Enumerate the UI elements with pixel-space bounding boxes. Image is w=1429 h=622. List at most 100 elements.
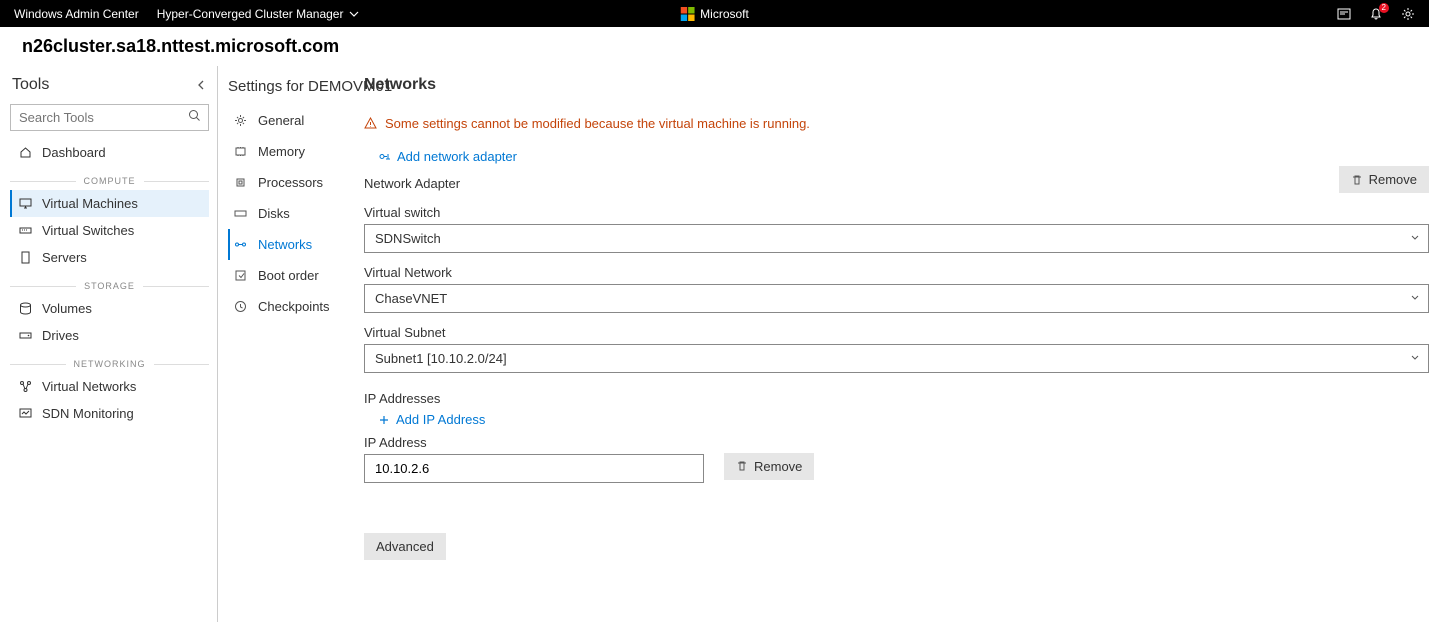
ip-address-input[interactable] (364, 454, 704, 483)
advanced-button[interactable]: Advanced (364, 533, 446, 560)
top-bar: Windows Admin Center Hyper-Converged Clu… (0, 0, 1429, 27)
notification-badge: 2 (1379, 3, 1389, 13)
collapse-tools-icon[interactable] (195, 79, 207, 91)
app-title[interactable]: Windows Admin Center (14, 7, 139, 21)
trash-icon (736, 460, 748, 472)
page-title: Networks (364, 76, 1429, 94)
advanced-label: Advanced (376, 539, 434, 554)
chevron-down-icon (1410, 233, 1420, 243)
tools-pane: Tools Dashboard COMPUTE Virtual Machines… (0, 66, 218, 622)
settings-pane: Settings for DEMOVM01 General Memory Pro… (218, 66, 348, 622)
add-ip-label: Add IP Address (396, 412, 485, 427)
chevron-down-icon (349, 9, 359, 19)
tool-virtual-machines[interactable]: Virtual Machines (10, 190, 209, 217)
group-storage: STORAGE (10, 281, 209, 291)
vsubnet-label: Virtual Subnet (364, 325, 1429, 340)
memory-icon (234, 145, 248, 158)
setting-disks[interactable]: Disks (228, 198, 348, 229)
group-compute: COMPUTE (10, 176, 209, 186)
search-input[interactable] (10, 104, 209, 131)
vm-icon (18, 197, 32, 210)
add-adapter-icon (378, 150, 391, 163)
trash-icon (1351, 174, 1363, 186)
context-dropdown-label: Hyper-Converged Cluster Manager (157, 7, 344, 21)
settings-gear-icon[interactable] (1401, 7, 1415, 21)
context-dropdown[interactable]: Hyper-Converged Cluster Manager (157, 7, 360, 21)
brand: Microsoft (680, 7, 749, 21)
virtual-switch-select[interactable]: SDNSwitch (364, 224, 1429, 253)
setting-networks[interactable]: Networks (228, 229, 348, 260)
adapter-label: Network Adapter (364, 176, 460, 191)
tool-label: Dashboard (42, 145, 106, 160)
search-icon[interactable] (188, 109, 201, 122)
vswitch-label: Virtual switch (364, 205, 1429, 220)
remove-ip-label: Remove (754, 459, 802, 474)
network-adapter-icon (234, 238, 248, 251)
remove-ip-button[interactable]: Remove (724, 453, 814, 480)
drive-icon (18, 329, 32, 342)
server-icon (18, 251, 32, 264)
plus-icon (378, 414, 390, 426)
volume-icon (18, 302, 32, 315)
tool-volumes[interactable]: Volumes (10, 295, 209, 322)
tool-sdn-monitoring[interactable]: SDN Monitoring (10, 400, 209, 427)
warning-text: Some settings cannot be modified because… (385, 116, 810, 131)
remove-label: Remove (1369, 172, 1417, 187)
chevron-down-icon (1410, 293, 1420, 303)
home-icon (18, 146, 32, 159)
virtual-subnet-select[interactable]: Subnet1 [10.10.2.0/24] (364, 344, 1429, 373)
setting-boot-order[interactable]: Boot order (228, 260, 348, 291)
setting-label: General (258, 113, 304, 128)
cpu-icon (234, 176, 248, 189)
ip-addresses-label: IP Addresses (364, 391, 1429, 406)
group-networking: NETWORKING (10, 359, 209, 369)
setting-memory[interactable]: Memory (228, 136, 348, 167)
monitor-icon (18, 407, 32, 420)
tool-label: SDN Monitoring (42, 406, 134, 421)
microsoft-logo-icon (680, 7, 694, 21)
tool-label: Virtual Switches (42, 223, 134, 238)
feedback-icon[interactable] (1337, 7, 1351, 21)
setting-label: Disks (258, 206, 290, 221)
remove-adapter-button[interactable]: Remove (1339, 166, 1429, 193)
setting-label: Boot order (258, 268, 319, 283)
network-icon (18, 380, 32, 393)
add-network-adapter-button[interactable]: Add network adapter (378, 147, 517, 166)
clusterbar: n26cluster.sa18.nttest.microsoft.com (0, 27, 1429, 66)
tools-title: Tools (12, 76, 49, 94)
tool-dashboard[interactable]: Dashboard (10, 139, 209, 166)
content-area: Networks Some settings cannot be modifie… (348, 66, 1429, 622)
tools-search (10, 104, 209, 131)
settings-title: Settings for DEMOVM01 (228, 78, 348, 105)
warning-icon (364, 117, 377, 130)
tool-label: Virtual Networks (42, 379, 136, 394)
tool-label: Servers (42, 250, 87, 265)
vswitch-value: SDNSwitch (375, 231, 441, 246)
setting-label: Memory (258, 144, 305, 159)
chevron-down-icon (1410, 353, 1420, 363)
tool-label: Virtual Machines (42, 196, 138, 211)
tool-drives[interactable]: Drives (10, 322, 209, 349)
disk-icon (234, 207, 248, 220)
setting-label: Networks (258, 237, 312, 252)
tool-label: Volumes (42, 301, 92, 316)
setting-checkpoints[interactable]: Checkpoints (228, 291, 348, 322)
virtual-network-select[interactable]: ChaseVNET (364, 284, 1429, 313)
gear-icon (234, 114, 248, 127)
tool-virtual-switches[interactable]: Virtual Switches (10, 217, 209, 244)
checkpoint-icon (234, 300, 248, 313)
ip-field-label: IP Address (364, 435, 704, 450)
add-ip-address-button[interactable]: Add IP Address (378, 410, 485, 429)
setting-general[interactable]: General (228, 105, 348, 136)
add-adapter-label: Add network adapter (397, 149, 517, 164)
switch-icon (18, 224, 32, 237)
tool-label: Drives (42, 328, 79, 343)
vsubnet-value: Subnet1 [10.10.2.0/24] (375, 351, 507, 366)
vnet-value: ChaseVNET (375, 291, 447, 306)
tool-servers[interactable]: Servers (10, 244, 209, 271)
setting-label: Checkpoints (258, 299, 330, 314)
setting-processors[interactable]: Processors (228, 167, 348, 198)
notifications-icon[interactable]: 2 (1369, 7, 1383, 21)
cluster-name: n26cluster.sa18.nttest.microsoft.com (22, 36, 1407, 57)
tool-virtual-networks[interactable]: Virtual Networks (10, 373, 209, 400)
